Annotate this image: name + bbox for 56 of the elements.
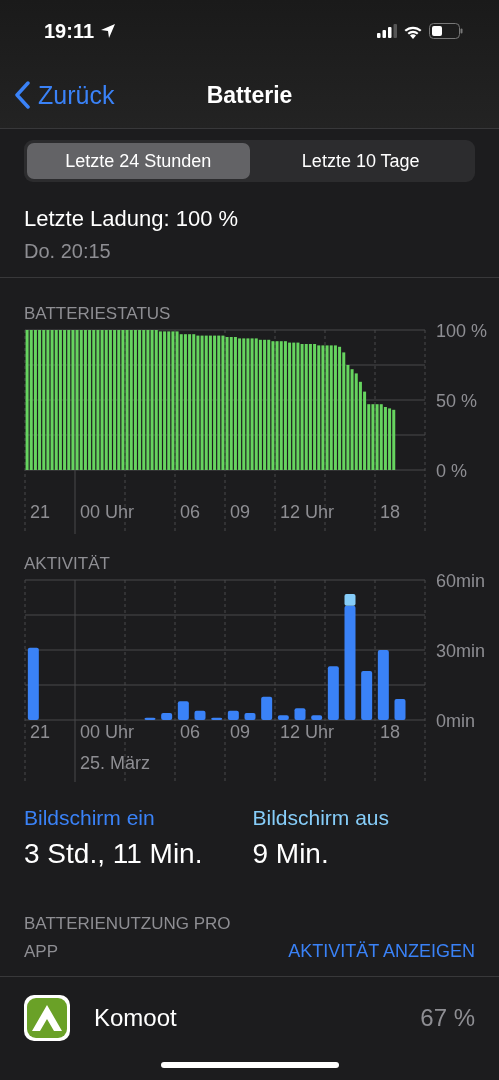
last-charge-label: Letzte Ladung: 100 %	[24, 206, 240, 232]
axis-label: 12 Uhr	[280, 722, 335, 742]
app-name: Komoot	[94, 1004, 178, 1032]
axis-label: 100 %	[436, 324, 488, 341]
section-header: BATTERIESTATUS	[24, 304, 172, 324]
back-button[interactable]: Zurück	[14, 80, 115, 110]
axis-label: 09	[230, 722, 251, 742]
axis-label: 50 %	[436, 391, 478, 411]
axis-label: 21	[30, 502, 51, 522]
clock: 19:11	[44, 19, 95, 43]
chevron-left-icon	[14, 81, 30, 109]
section-header: AKTIVITÄT	[24, 554, 111, 574]
chart-bar	[361, 671, 373, 720]
chart-bar	[311, 715, 323, 720]
battery-icon	[429, 23, 463, 39]
chart-bar	[244, 713, 256, 720]
axis-label: 18	[380, 502, 401, 522]
axis-label: 00 Uhr	[80, 502, 135, 522]
duration-value: 3 Std., 11 Min.	[24, 838, 203, 870]
chart-bar	[177, 701, 189, 720]
legend-label: Bildschirm aus	[252, 806, 389, 830]
segment-tab[interactable]: Letzte 24 Stunden	[27, 143, 250, 179]
axis-label: 06	[180, 722, 201, 742]
chart-bar	[211, 717, 223, 720]
chart-bar	[194, 710, 206, 720]
axis-label: 60min	[436, 574, 486, 591]
axis-label: 30min	[436, 641, 486, 661]
axis-label: 09	[230, 502, 251, 522]
chart-bar	[294, 708, 306, 720]
chart-bar	[144, 717, 156, 720]
chart-bar	[277, 715, 289, 720]
chart-bar	[261, 696, 273, 720]
axis-label: 12 Uhr	[280, 502, 335, 522]
axis-label: 18	[380, 722, 401, 742]
axis-label: 0min	[436, 711, 475, 731]
location-arrow-icon	[100, 23, 117, 39]
chart-bar	[377, 650, 389, 720]
last-charge-time: Do. 20:15	[24, 240, 112, 263]
chart-bar	[161, 713, 173, 720]
duration-value: 9 Min.	[252, 838, 330, 870]
chart-bar	[227, 710, 239, 720]
chart-bar	[327, 666, 339, 720]
axis-label: 00 Uhr	[80, 722, 135, 742]
app-icon[interactable]	[24, 995, 70, 1041]
segment-tab[interactable]: Letzte 10 Tage	[249, 143, 472, 179]
chart-bar	[394, 699, 406, 720]
axis-label: 06	[180, 502, 201, 522]
show-activity-link[interactable]: AKTIVITÄT ANZEIGEN	[288, 941, 475, 966]
page-title: Batterie	[206, 81, 293, 109]
usage-percent: 67 %	[420, 1004, 475, 1032]
signal-icon	[377, 24, 397, 38]
date-label: 25. März	[80, 753, 151, 773]
legend-label: Bildschirm ein	[24, 806, 156, 830]
axis-label: 0 %	[436, 461, 468, 481]
section-header: BATTERIENUTZUNG PRO APP	[24, 913, 232, 963]
axis-label: 21	[30, 722, 51, 742]
